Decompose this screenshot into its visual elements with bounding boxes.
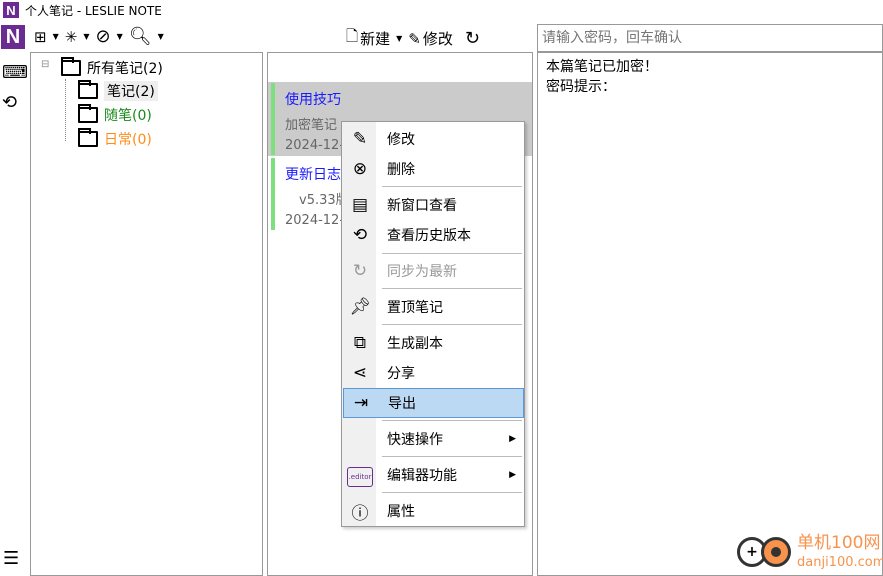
menu-item-copy[interactable]: ⧉ 生成副本 xyxy=(343,328,524,358)
pin-icon: 📌︎ xyxy=(349,297,371,317)
tree-view-icon[interactable]: ⊞ xyxy=(34,28,47,46)
compass-icon[interactable]: ⊘ xyxy=(95,26,110,47)
separator xyxy=(382,324,522,325)
chevron-down-icon[interactable]: ▼ xyxy=(117,32,123,41)
edit-icon[interactable]: ✎ xyxy=(408,30,421,48)
context-menu: ✎ 修改 ⊗ 删除 ▤ 新窗口查看 ⟲ 查看历史版本 ↻ 同步为最新 📌︎ 置顶笔记 ⧉ 生成… xyxy=(341,121,525,527)
folder-icon xyxy=(61,57,81,76)
chevron-down-icon[interactable]: ▼ xyxy=(396,34,402,43)
separator xyxy=(382,492,522,493)
info-icon: ⓘ xyxy=(351,503,369,524)
separator xyxy=(382,288,522,289)
list-icon[interactable]: ☰ xyxy=(3,548,19,569)
folder-open-icon xyxy=(78,80,98,99)
sync-icon: ↻ xyxy=(352,261,368,281)
menu-item-pin[interactable]: 📌︎ 置顶笔记 xyxy=(343,292,524,322)
export-icon: ⇥ xyxy=(353,393,369,413)
chevron-down-icon[interactable]: ▼ xyxy=(83,32,89,41)
folder-icon xyxy=(78,128,98,147)
history-icon: ⟲ xyxy=(352,225,368,245)
separator xyxy=(382,253,522,254)
separator xyxy=(382,420,522,421)
submenu-arrow-icon: ▶ xyxy=(509,470,516,480)
tree-item-notes[interactable]: 笔记(2) xyxy=(78,80,158,101)
menu-item-history[interactable]: ⟲ 查看历史版本 xyxy=(343,220,524,250)
menu-item-edit[interactable]: ✎ 修改 xyxy=(343,124,524,154)
folder-tree: ⊟ 所有笔记(2) 笔记(2) 随笔(0) 日常(0) xyxy=(30,52,263,576)
app-logo: N xyxy=(3,2,19,18)
menu-item-sync[interactable]: ↻ 同步为最新 xyxy=(343,256,524,286)
tree-root[interactable]: 所有笔记(2) xyxy=(61,57,163,78)
note-content: 本篇笔记已加密！ 密码提示： xyxy=(537,52,883,576)
edit-button[interactable]: 修改 xyxy=(423,28,453,49)
loading-icon[interactable]: ✳ xyxy=(65,28,78,46)
menu-item-delete[interactable]: ⊗ 删除 xyxy=(343,154,524,184)
menu-item-editor[interactable]: .editor 编辑器功能 ▶ xyxy=(343,460,524,490)
edit-icon: ✎ xyxy=(352,129,368,149)
separator xyxy=(382,186,522,187)
menu-item-properties[interactable]: ⓘ 属性 xyxy=(343,496,524,526)
watermark: + 单机100网 danji100.com xyxy=(735,533,883,573)
collapse-icon[interactable]: ⊟ xyxy=(41,59,49,70)
tree-item-essays[interactable]: 随笔(0) xyxy=(78,104,152,125)
title-bar: N 个人笔记 - LESLIE NOTE xyxy=(0,0,883,20)
menu-item-quick-actions[interactable]: 快速操作 ▶ xyxy=(343,424,524,454)
tree-item-daily[interactable]: 日常(0) xyxy=(78,128,152,149)
separator xyxy=(382,456,522,457)
refresh-icon[interactable]: ↻ xyxy=(465,28,480,49)
tree-line xyxy=(65,79,66,141)
menu-item-new-window[interactable]: ▤ 新窗口查看 xyxy=(343,190,524,220)
new-button[interactable]: 新建 xyxy=(360,28,390,49)
watermark-logo: + xyxy=(735,533,793,573)
chevron-down-icon[interactable]: ▼ xyxy=(53,32,59,41)
folder-icon xyxy=(78,104,98,123)
copy-icon: ⧉ xyxy=(353,333,367,353)
app-logo-large: N xyxy=(1,25,25,49)
terminal-icon[interactable]: ⌨ xyxy=(2,62,28,83)
window-icon: ▤ xyxy=(351,195,369,215)
editor-icon: .editor xyxy=(343,464,377,487)
history-icon[interactable]: ⟲ xyxy=(2,92,17,113)
search-icon[interactable]: 🔍︎ xyxy=(129,26,152,47)
delete-circle-icon: ⊗ xyxy=(352,159,368,179)
new-note-icon[interactable]: 🗋 xyxy=(346,26,358,51)
share-icon: ⋖ xyxy=(352,363,368,383)
password-input[interactable] xyxy=(537,24,883,52)
submenu-arrow-icon: ▶ xyxy=(509,434,516,444)
chevron-down-icon[interactable]: ▼ xyxy=(158,32,164,41)
menu-item-share[interactable]: ⋖ 分享 xyxy=(343,358,524,388)
window-title: 个人笔记 - LESLIE NOTE xyxy=(25,3,162,18)
menu-item-export[interactable]: ⇥ 导出 xyxy=(343,388,524,418)
